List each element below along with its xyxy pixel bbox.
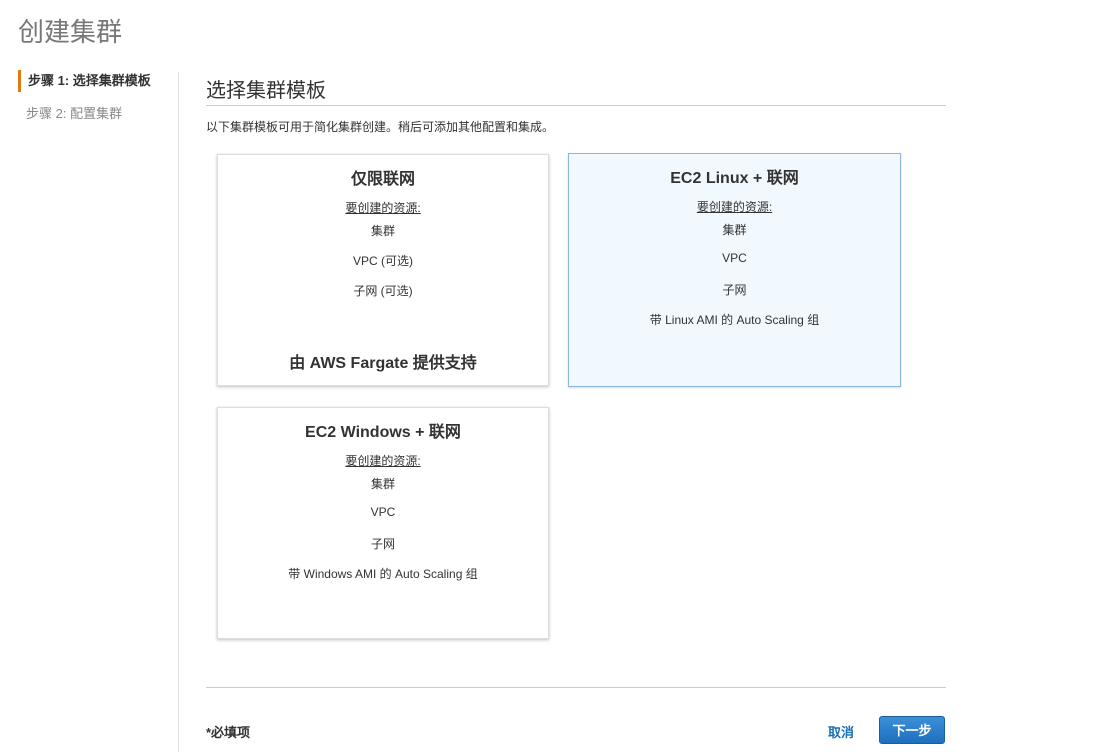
resource-item: 集群	[370, 224, 395, 238]
resource-item: 带 Windows AMI 的 Auto Scaling 组	[288, 567, 478, 581]
card-footer: 由 AWS Fargate 提供支持	[289, 355, 477, 372]
template-card-ec2-linux[interactable]: EC2 Linux + 联网 要创建的资源: 集群 VPC 子网 带 Linux…	[568, 153, 901, 387]
resource-item: VPC	[722, 251, 747, 265]
card-resources-heading: 要创建的资源:	[345, 454, 421, 468]
step-1-select-template[interactable]: 步骤 1: 选择集群模板	[18, 70, 168, 92]
card-title: EC2 Windows + 联网	[305, 424, 461, 441]
next-step-button[interactable]: 下一步	[879, 716, 945, 744]
resource-item: 集群	[370, 477, 395, 491]
section-title: 选择集群模板	[206, 80, 326, 102]
resource-item: VPC (可选)	[352, 254, 413, 268]
steps-divider	[178, 72, 179, 752]
resource-item: 子网	[722, 283, 747, 297]
page-title: 创建集群	[18, 17, 123, 47]
resource-item: 带 Linux AMI 的 Auto Scaling 组	[649, 313, 820, 327]
card-resources-heading: 要创建的资源:	[345, 201, 421, 215]
template-card-networking-only[interactable]: 仅限联网 要创建的资源: 集群 VPC (可选) 子网 (可选) 由 AWS F…	[217, 154, 549, 386]
resource-item: 集群	[722, 223, 747, 237]
required-note: *必填项	[206, 725, 251, 740]
cancel-button[interactable]: 取消	[828, 722, 854, 741]
resource-item: 子网	[370, 537, 395, 551]
section-divider	[206, 105, 946, 106]
footer-divider	[206, 687, 946, 688]
step-2-configure-cluster[interactable]: 步骤 2: 配置集群	[18, 103, 168, 125]
card-resources-heading: 要创建的资源:	[696, 200, 773, 214]
section-description: 以下集群模板可用于简化集群创建。稍后可添加其他配置和集成。	[206, 120, 555, 134]
wizard-steps: 步骤 1: 选择集群模板 步骤 2: 配置集群	[18, 70, 168, 125]
resource-item: 子网 (可选)	[353, 284, 413, 298]
card-title: 仅限联网	[350, 171, 415, 188]
card-title: EC2 Linux + 联网	[670, 170, 799, 187]
template-card-ec2-windows[interactable]: EC2 Windows + 联网 要创建的资源: 集群 VPC 子网 带 Win…	[217, 407, 549, 639]
resource-item: VPC	[370, 505, 396, 519]
